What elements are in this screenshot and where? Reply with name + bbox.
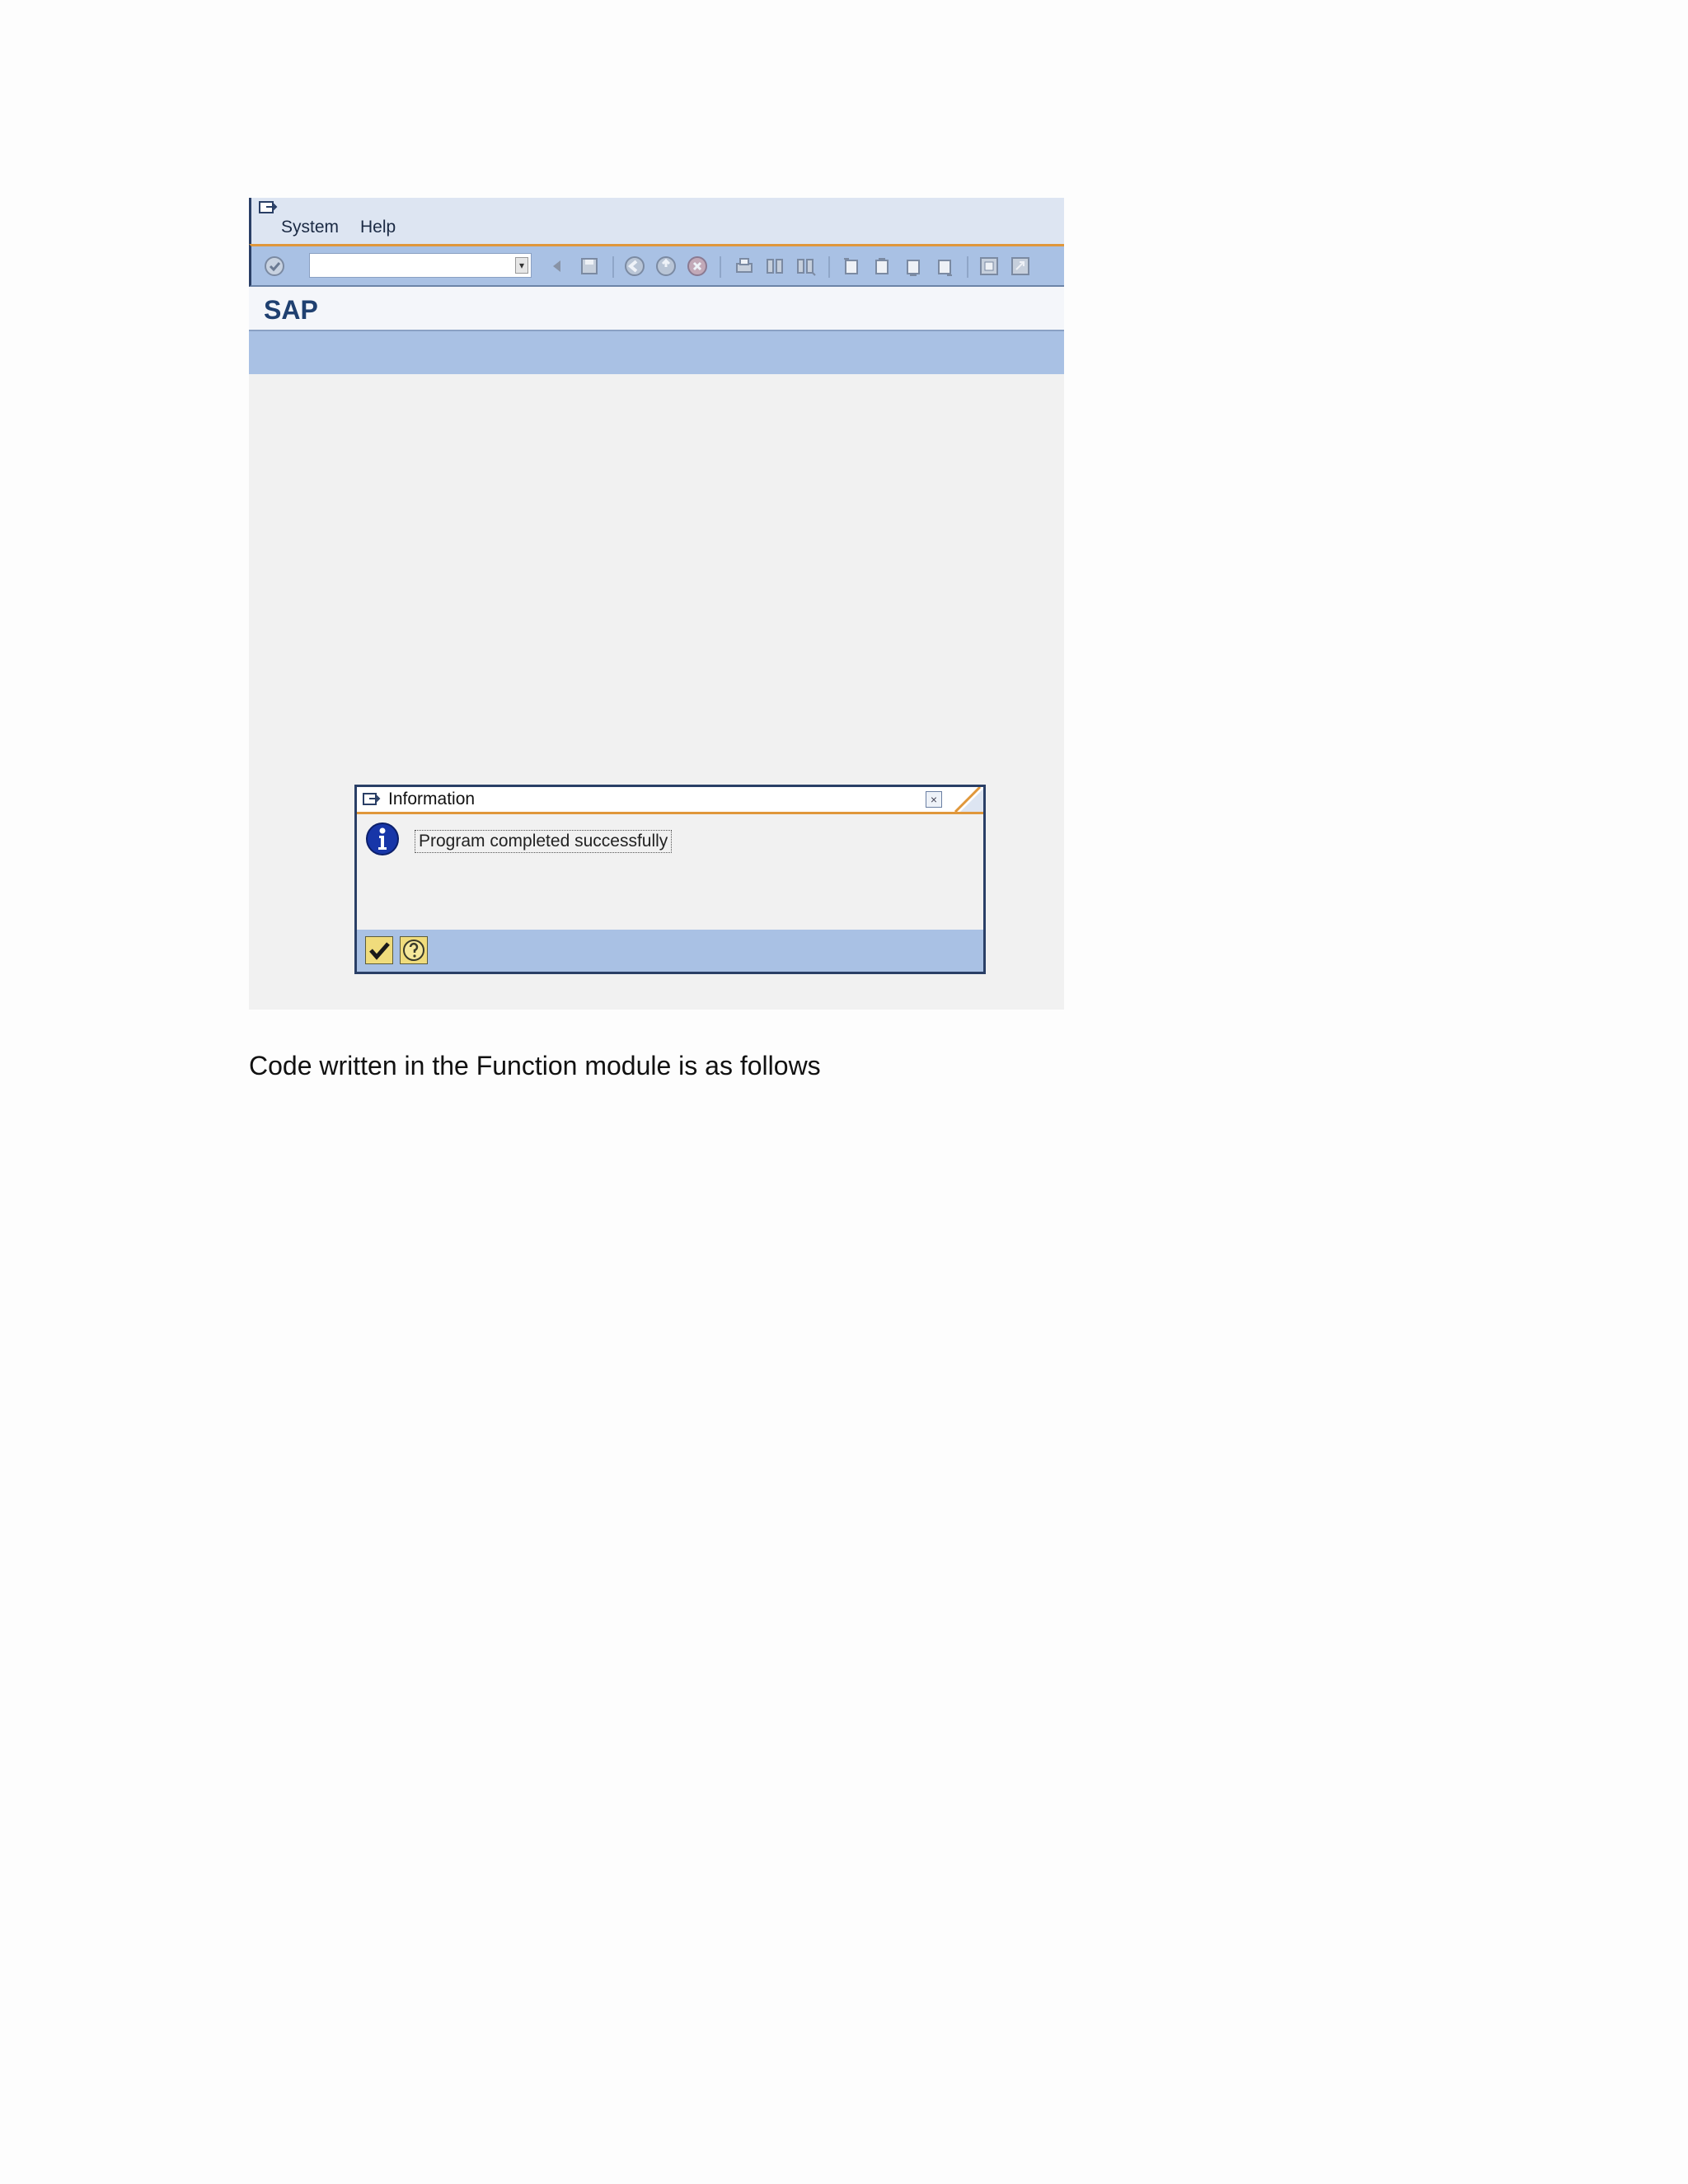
confirm-checkmark-icon[interactable] <box>365 936 393 964</box>
dialog-header: Information × <box>357 787 983 814</box>
last-page-icon[interactable] <box>934 255 955 277</box>
standard-toolbar: ▾ <box>249 244 1064 287</box>
new-session-icon[interactable] <box>978 255 1000 277</box>
dialog-title: Information <box>388 790 476 808</box>
toolbar-separator <box>720 256 721 278</box>
first-page-icon[interactable] <box>841 255 862 277</box>
toolbar-separator <box>612 256 614 278</box>
print-icon[interactable] <box>734 255 755 277</box>
previous-page-icon[interactable] <box>871 255 893 277</box>
help-icon[interactable] <box>400 936 428 964</box>
back-icon[interactable] <box>546 255 568 277</box>
menu-item-help[interactable]: Help <box>360 218 396 237</box>
back-green-icon[interactable] <box>624 255 645 277</box>
application-toolbar <box>249 331 1064 374</box>
menu-item-system[interactable]: System <box>281 218 339 237</box>
cancel-icon[interactable] <box>687 255 708 277</box>
information-icon <box>366 823 399 855</box>
dialog-button-bar <box>357 930 983 972</box>
corner-decoration-icon <box>954 787 983 812</box>
find-icon[interactable] <box>764 255 785 277</box>
save-icon[interactable] <box>579 255 600 277</box>
exit-icon[interactable] <box>655 255 677 277</box>
next-page-icon[interactable] <box>903 255 924 277</box>
shortcut-icon[interactable] <box>1010 255 1031 277</box>
window-menu-icon[interactable] <box>258 199 279 216</box>
command-field-dropdown-icon[interactable]: ▾ <box>515 257 528 274</box>
find-next-icon[interactable] <box>795 255 817 277</box>
sap-gui-screenshot: System Help ▾ SAP Information × Program … <box>249 198 1064 1010</box>
information-dialog: Information × Program completed successf… <box>354 785 986 974</box>
menu-bar: System Help <box>249 198 1064 244</box>
window-menu-icon[interactable] <box>362 791 382 808</box>
command-field[interactable]: ▾ <box>309 253 532 278</box>
dialog-message: Program completed successfully <box>415 830 673 853</box>
toolbar-separator <box>967 256 968 278</box>
toolbar-separator <box>828 256 830 278</box>
document-caption: Code written in the Function module is a… <box>249 1051 821 1080</box>
title-bar: SAP <box>249 287 1064 331</box>
enter-icon[interactable] <box>264 255 285 277</box>
page-title: SAP <box>264 295 318 325</box>
close-icon[interactable]: × <box>926 791 942 808</box>
